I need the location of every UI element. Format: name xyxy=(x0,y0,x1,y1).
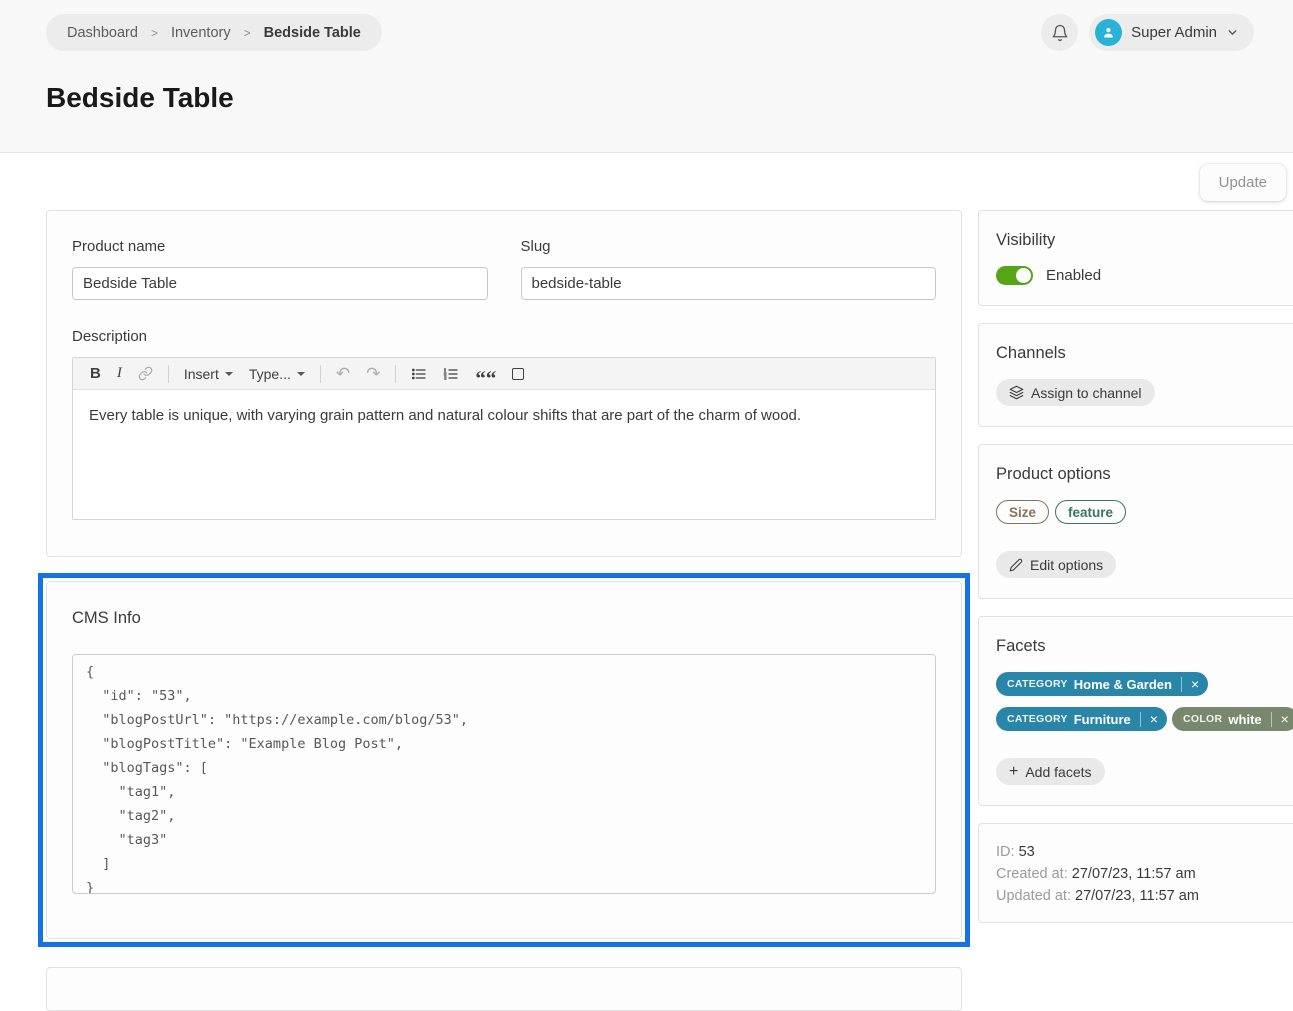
remove-facet-button[interactable]: × xyxy=(1141,712,1167,726)
bullet-list-icon xyxy=(411,366,427,382)
facet-value-label: white xyxy=(1228,712,1261,727)
redo-button[interactable]: ↷ xyxy=(358,361,388,387)
type-menu-button[interactable]: Type... xyxy=(241,363,313,385)
description-textbox[interactable]: Every table is unique, with varying grai… xyxy=(73,390,935,519)
product-options-title: Product options xyxy=(996,465,1293,484)
option-chip-feature: feature xyxy=(1055,500,1126,524)
toggle-knob xyxy=(1016,268,1031,283)
bullet-list-button[interactable] xyxy=(403,363,435,385)
sidebar: Visibility Enabled Channels Assign to ch… xyxy=(978,210,1293,923)
cms-info-title: CMS Info xyxy=(72,609,936,628)
pencil-icon xyxy=(1009,558,1023,572)
plus-icon: + xyxy=(1009,763,1018,781)
product-options-card: Product options Size feature Edit option… xyxy=(978,444,1293,599)
description-editor: B I Insert Type... xyxy=(72,357,936,520)
italic-button[interactable]: I xyxy=(109,362,130,385)
breadcrumb: Dashboard > Inventory > Bedside Table xyxy=(46,14,382,51)
caret-down-icon xyxy=(225,372,233,376)
insert-menu-button[interactable]: Insert xyxy=(176,363,241,385)
slug-input[interactable] xyxy=(521,267,937,300)
editor-toolbar: B I Insert Type... xyxy=(73,358,935,390)
entity-info-card: ID: 53 Created at: 27/07/23, 11:57 am Up… xyxy=(978,823,1293,923)
layers-icon xyxy=(1009,385,1024,400)
breadcrumb-separator: > xyxy=(151,26,158,40)
facet-type-label: COLOR xyxy=(1183,713,1222,725)
facet-chip-white: COLOR white × xyxy=(1172,707,1293,731)
cms-info-json-textarea[interactable]: { "id": "53", "blogPostUrl": "https://ex… xyxy=(72,654,936,894)
created-at-label: Created at: xyxy=(996,866,1068,882)
update-button[interactable]: Update xyxy=(1200,164,1286,201)
entity-id-row: ID: 53 xyxy=(996,841,1293,863)
breadcrumb-current: Bedside Table xyxy=(264,25,361,41)
chevron-down-icon xyxy=(1226,26,1239,39)
page-title: Bedside Table xyxy=(46,82,1254,114)
assign-to-channel-button[interactable]: Assign to channel xyxy=(996,379,1155,406)
main-column: Product name Slug Description B I xyxy=(46,210,962,1011)
created-at-value: 27/07/23, 11:57 am xyxy=(1072,866,1196,882)
bell-icon xyxy=(1051,24,1069,42)
breadcrumb-separator: > xyxy=(244,26,251,40)
cms-info-card: CMS Info { "id": "53", "blogPostUrl": "h… xyxy=(46,581,962,939)
product-detail-card: Product name Slug Description B I xyxy=(46,210,962,557)
breadcrumb-dashboard[interactable]: Dashboard xyxy=(67,25,138,41)
ordered-list-button[interactable] xyxy=(435,363,467,385)
facet-type-label: CATEGORY xyxy=(1007,713,1068,725)
remove-facet-button[interactable]: × xyxy=(1182,677,1208,691)
user-name: Super Admin xyxy=(1131,24,1217,41)
visibility-card: Visibility Enabled xyxy=(978,210,1293,306)
toolbar-divider xyxy=(320,365,321,383)
created-at-row: Created at: 27/07/23, 11:57 am xyxy=(996,863,1293,885)
id-label: ID: xyxy=(996,844,1015,860)
visibility-state-label: Enabled xyxy=(1046,267,1101,284)
next-section-card xyxy=(46,967,962,1011)
bold-button[interactable]: B xyxy=(82,362,109,385)
channels-title: Channels xyxy=(996,344,1293,363)
facet-chip-furniture: CATEGORY Furniture × xyxy=(996,707,1167,731)
blockquote-button[interactable]: ““ xyxy=(467,362,504,386)
toolbar-divider xyxy=(395,365,396,383)
updated-at-value: 27/07/23, 11:57 am xyxy=(1075,888,1199,904)
notifications-button[interactable] xyxy=(1041,14,1078,51)
add-facets-label: Add facets xyxy=(1025,764,1091,780)
edit-options-button[interactable]: Edit options xyxy=(996,551,1116,578)
undo-button[interactable]: ↶ xyxy=(328,361,358,387)
slug-label: Slug xyxy=(521,238,937,255)
avatar xyxy=(1095,19,1122,46)
assign-to-channel-label: Assign to channel xyxy=(1031,385,1142,401)
facet-type-label: CATEGORY xyxy=(1007,678,1068,690)
updated-at-label: Updated at: xyxy=(996,888,1071,904)
option-chip-size: Size xyxy=(996,500,1049,524)
facets-title: Facets xyxy=(996,637,1293,656)
code-block-button[interactable] xyxy=(504,365,532,383)
facets-card: Facets CATEGORY Home & Garden × CATEGORY… xyxy=(978,616,1293,806)
visibility-title: Visibility xyxy=(996,231,1293,250)
user-menu-button[interactable]: Super Admin xyxy=(1089,14,1254,51)
quote-icon: ““ xyxy=(475,365,496,383)
cms-info-highlight: CMS Info { "id": "53", "blogPostUrl": "h… xyxy=(38,573,970,947)
add-facets-button[interactable]: + Add facets xyxy=(996,758,1105,785)
product-name-input[interactable] xyxy=(72,267,488,300)
facet-value-label: Home & Garden xyxy=(1074,677,1172,692)
channels-card: Channels Assign to channel xyxy=(978,323,1293,427)
caret-down-icon xyxy=(297,372,305,376)
description-label: Description xyxy=(72,328,936,345)
type-label: Type... xyxy=(249,366,291,382)
insert-label: Insert xyxy=(184,366,219,382)
product-name-label: Product name xyxy=(72,238,488,255)
toolbar-divider xyxy=(168,365,169,383)
link-icon xyxy=(138,366,153,381)
facet-chip-home-garden: CATEGORY Home & Garden × xyxy=(996,672,1208,696)
content-area: Update Product name Slug Description xyxy=(0,153,1293,1011)
edit-options-label: Edit options xyxy=(1030,557,1103,573)
id-value: 53 xyxy=(1019,844,1035,860)
ordered-list-icon xyxy=(443,366,459,382)
square-icon xyxy=(512,368,524,380)
facet-value-label: Furniture xyxy=(1074,712,1131,727)
page-header: Dashboard > Inventory > Bedside Table Su… xyxy=(0,0,1293,153)
updated-at-row: Updated at: 27/07/23, 11:57 am xyxy=(996,885,1293,907)
link-button[interactable] xyxy=(130,363,161,384)
visibility-toggle[interactable] xyxy=(996,266,1033,285)
remove-facet-button[interactable]: × xyxy=(1272,712,1293,726)
breadcrumb-inventory[interactable]: Inventory xyxy=(171,25,231,41)
